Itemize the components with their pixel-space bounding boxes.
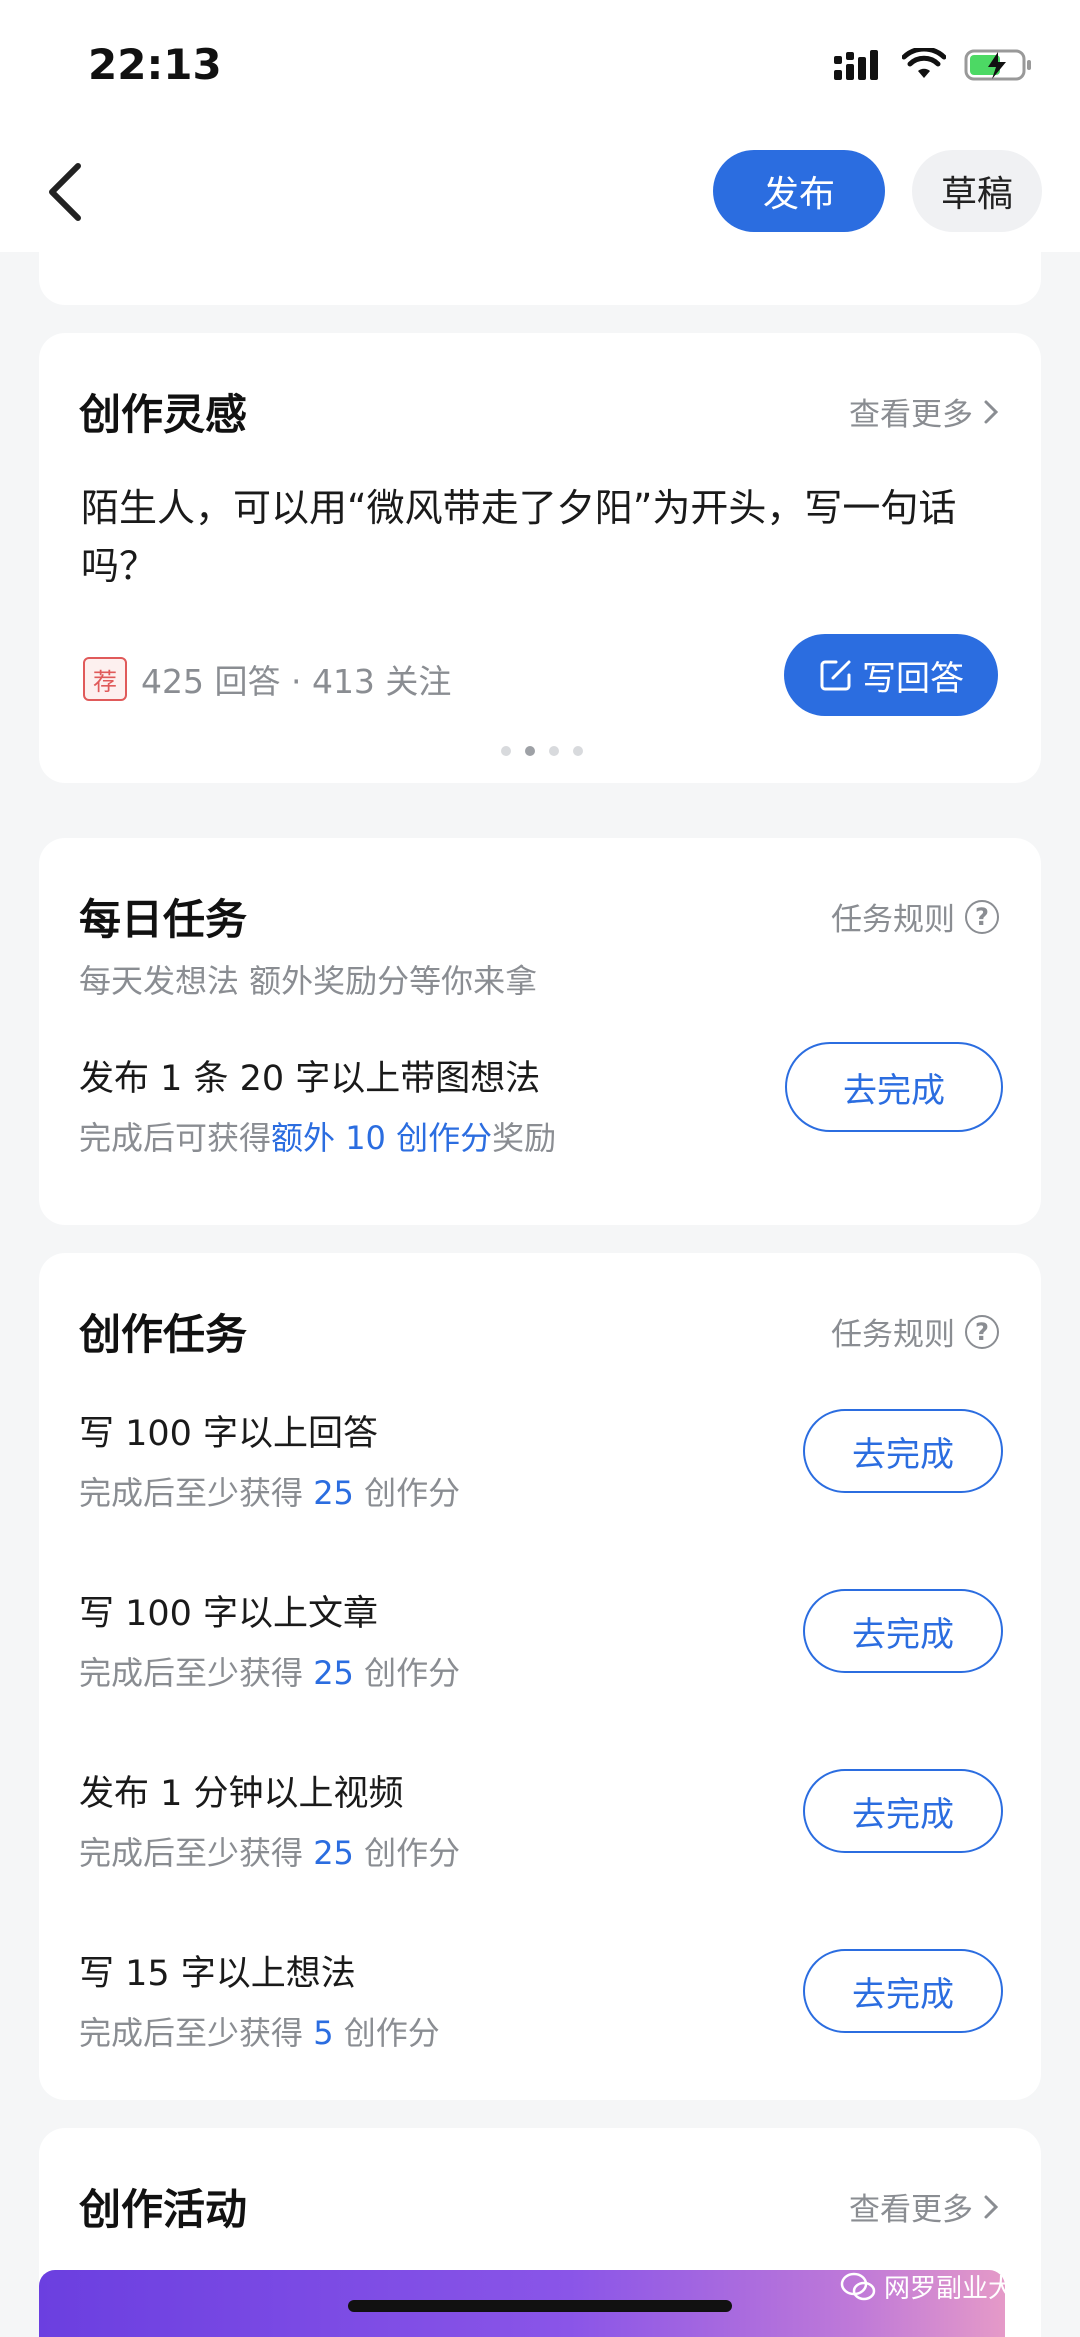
watermark: 网罗副业大全 xyxy=(840,2268,1040,2305)
complete-button[interactable]: 去完成 xyxy=(785,1042,1003,1132)
task-desc-suffix: 奖励 xyxy=(492,1119,557,1157)
creation-task-row: 写 100 字以上回答 完成后至少获得 25 创作分 去完成 xyxy=(79,1405,1003,1512)
task-points: 25 xyxy=(313,1474,354,1512)
activities-title: 创作活动 xyxy=(79,2185,248,2234)
task-desc-suffix: 创作分 xyxy=(364,1834,461,1872)
daily-tasks-title: 每日任务 xyxy=(79,895,248,944)
status-time: 22:13 xyxy=(88,40,222,89)
carousel-dot-active xyxy=(525,746,535,756)
creation-task-row: 写 100 字以上文章 完成后至少获得 25 创作分 去完成 xyxy=(79,1585,1003,1692)
chevron-right-icon xyxy=(984,400,999,423)
task-desc-prefix: 完成后至少获得 xyxy=(79,1654,304,1692)
chevron-right-icon xyxy=(984,2195,999,2218)
wechat-icon xyxy=(840,2272,876,2300)
write-answer-label: 写回答 xyxy=(862,658,964,699)
write-answer-button[interactable]: 写回答 xyxy=(784,634,998,716)
creation-tasks-title: 创作任务 xyxy=(79,1310,248,1359)
help-icon: ? xyxy=(965,1314,999,1349)
carousel-dot xyxy=(549,746,559,756)
inspiration-question[interactable]: 陌生人，可以用“微风带走了夕阳”为开头，写一句话吗？ xyxy=(81,479,1001,595)
edit-icon xyxy=(820,660,851,691)
daily-tasks-card: 每日任务 任务规则 ? 每天发想法 额外奖励分等你来拿 发布 1 条 20 字以… xyxy=(39,838,1041,1225)
task-desc-suffix: 创作分 xyxy=(364,1474,461,1512)
carousel-dot xyxy=(501,746,511,756)
task-points: 25 xyxy=(313,1654,354,1692)
task-desc-suffix: 创作分 xyxy=(343,2014,440,2052)
help-icon: ? xyxy=(965,899,999,934)
publish-button[interactable]: 发布 xyxy=(713,150,885,232)
previous-card xyxy=(39,252,1041,305)
inspiration-more-link[interactable]: 查看更多 xyxy=(849,389,999,434)
task-desc-prefix: 完成后至少获得 xyxy=(79,2014,304,2052)
creation-task-row: 写 15 字以上想法 完成后至少获得 5 创作分 去完成 xyxy=(79,1945,1003,2052)
activities-more-link[interactable]: 查看更多 xyxy=(849,2184,999,2229)
rules-label: 任务规则 xyxy=(831,902,955,938)
more-label: 查看更多 xyxy=(849,397,973,433)
inspiration-stats: 425 回答 · 413 关注 xyxy=(141,662,452,701)
signal-icon xyxy=(834,50,878,80)
creation-tasks-card: 创作任务 任务规则 ? 写 100 字以上回答 完成后至少获得 25 创作分 去… xyxy=(39,1253,1041,2100)
task-desc-prefix: 完成后可获得 xyxy=(79,1119,272,1157)
task-points: 25 xyxy=(313,1834,354,1872)
creation-rules-link[interactable]: 任务规则 ? xyxy=(831,1309,999,1354)
complete-button[interactable]: 去完成 xyxy=(803,1409,1003,1493)
home-indicator[interactable] xyxy=(348,2300,732,2312)
daily-tasks-subtitle: 每天发想法 额外奖励分等你来拿 xyxy=(79,962,538,1000)
task-points: 5 xyxy=(313,2014,334,2052)
task-desc-highlight: 额外 10 创作分 xyxy=(271,1119,493,1157)
wifi-icon xyxy=(902,48,946,78)
complete-button[interactable]: 去完成 xyxy=(803,1589,1003,1673)
status-bar: 22:13 xyxy=(0,0,1080,130)
creation-task-row: 发布 1 分钟以上视频 完成后至少获得 25 创作分 去完成 xyxy=(79,1765,1003,1872)
task-desc-prefix: 完成后至少获得 xyxy=(79,1834,304,1872)
carousel-dot xyxy=(573,746,583,756)
daily-rules-link[interactable]: 任务规则 ? xyxy=(831,894,999,939)
recommend-badge: 荐 xyxy=(83,657,127,701)
daily-task-row: 发布 1 条 20 字以上带图想法 完成后可获得额外 10 创作分奖励 去完成 xyxy=(79,1042,1003,1157)
task-desc-prefix: 完成后至少获得 xyxy=(79,1474,304,1512)
nav-bar: 发布 草稿 xyxy=(0,130,1080,252)
battery-charging-icon xyxy=(964,49,1031,81)
carousel-dots xyxy=(501,746,583,756)
more-label: 查看更多 xyxy=(849,2192,973,2228)
complete-button[interactable]: 去完成 xyxy=(803,1949,1003,2033)
rules-label: 任务规则 xyxy=(831,1317,955,1353)
status-icons xyxy=(834,48,1034,82)
inspiration-meta: 荐 425 回答 · 413 关注 xyxy=(83,655,451,703)
draft-button[interactable]: 草稿 xyxy=(912,150,1042,232)
task-desc-suffix: 创作分 xyxy=(364,1654,461,1692)
complete-button[interactable]: 去完成 xyxy=(803,1769,1003,1853)
watermark-text: 网罗副业大全 xyxy=(884,2274,1041,2304)
back-arrow-icon xyxy=(49,163,81,221)
inspiration-title: 创作灵感 xyxy=(79,390,248,439)
back-button[interactable] xyxy=(36,156,100,226)
inspiration-card: 创作灵感 查看更多 陌生人，可以用“微风带走了夕阳”为开头，写一句话吗？ 荐 4… xyxy=(39,333,1041,783)
